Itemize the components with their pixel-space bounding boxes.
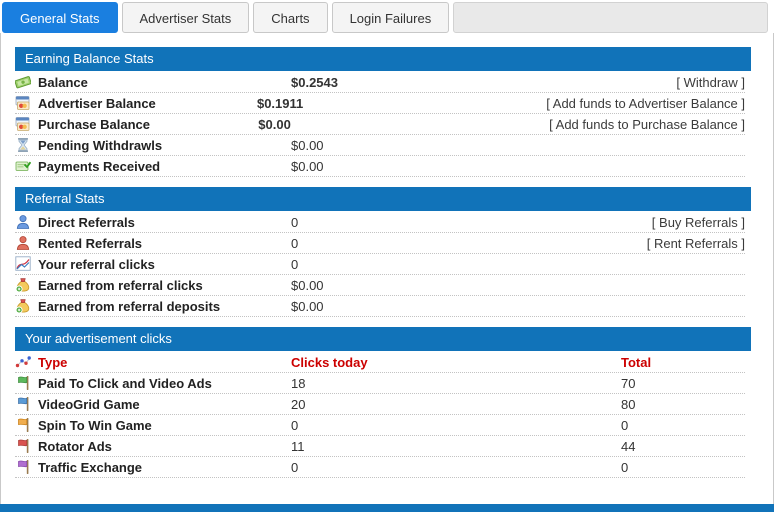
- section-referral-stats: Referral Stats Direct Referrals 0 [ Buy …: [15, 187, 745, 317]
- stat-value: 0: [291, 215, 621, 230]
- ad-clicks-today: 20: [291, 397, 621, 412]
- stats-page: General Stats Advertiser Stats Charts Lo…: [0, 0, 774, 512]
- ad-row-traffic-exchange: Traffic Exchange 0 0: [15, 457, 745, 478]
- ad-clicks-total: 80: [621, 397, 745, 412]
- moneybag-add-icon: [15, 298, 31, 314]
- stat-row-pending-withdrawals: Pending Withdrawls $0.00: [15, 135, 745, 156]
- ad-row-rotator: Rotator Ads 11 44: [15, 436, 745, 457]
- stat-label: Advertiser Balance: [38, 96, 156, 111]
- ad-clicks-total: 0: [621, 460, 745, 475]
- section-header-ad-clicks: Your advertisement clicks: [15, 327, 751, 351]
- stat-label: Earned from referral deposits: [38, 299, 220, 314]
- tab-charts[interactable]: Charts: [253, 2, 327, 33]
- stat-row-earned-referral-deposits: Earned from referral deposits $0.00: [15, 296, 745, 317]
- stat-row-payments-received: Payments Received $0.00: [15, 156, 745, 177]
- stat-row-rented-referrals: Rented Referrals 0 [ Rent Referrals ]: [15, 233, 745, 254]
- stat-value: 0: [291, 236, 621, 251]
- ad-row-ptc-video: Paid To Click and Video Ads 18 70: [15, 373, 745, 394]
- stat-value: $0.00: [291, 159, 621, 174]
- ad-type-label: Rotator Ads: [38, 439, 112, 454]
- user-red-icon: [15, 235, 31, 251]
- money-icon: [15, 74, 31, 90]
- section-ad-clicks: Your advertisement clicks Type Clicks to…: [15, 327, 745, 478]
- tab-strip-filler: [453, 2, 768, 33]
- stat-value: 0: [291, 257, 621, 272]
- payment-received-icon: [15, 158, 31, 174]
- section-header-referral-stats: Referral Stats: [15, 187, 751, 211]
- stat-value: $0.00: [291, 278, 621, 293]
- flag-blue-icon: [15, 396, 31, 412]
- ad-clicks-total: 44: [621, 439, 745, 454]
- stat-value: $0.00: [291, 138, 621, 153]
- flag-green-icon: [15, 375, 31, 391]
- ad-row-spin-to-win: Spin To Win Game 0 0: [15, 415, 745, 436]
- column-header-clicks-today: Clicks today: [291, 355, 621, 370]
- ad-clicks-total: 70: [621, 376, 745, 391]
- ad-clicks-header-row: Type Clicks today Total: [15, 352, 745, 373]
- stat-label: Your referral clicks: [38, 257, 155, 272]
- stat-label: Payments Received: [38, 159, 160, 174]
- moneybag-add-icon: [15, 277, 31, 293]
- stat-row-earned-referral-clicks: Earned from referral clicks $0.00: [15, 275, 745, 296]
- stat-value: $0.2543: [291, 75, 621, 90]
- ad-row-videogrid: VideoGrid Game 20 80: [15, 394, 745, 415]
- stat-row-referral-clicks: Your referral clicks 0: [15, 254, 745, 275]
- scatter-chart-icon: [15, 354, 31, 370]
- ad-clicks-today: 11: [291, 439, 621, 454]
- ad-clicks-today: 0: [291, 418, 621, 433]
- ad-clicks-today: 18: [291, 376, 621, 391]
- stat-row-balance: Balance $0.2543 [ Withdraw ]: [15, 72, 745, 93]
- tab-login-failures[interactable]: Login Failures: [332, 2, 450, 33]
- buy-referrals-link[interactable]: [ Buy Referrals ]: [621, 215, 745, 230]
- credit-card-icon: [15, 116, 31, 132]
- credit-card-icon: [15, 95, 31, 111]
- ad-type-label: Traffic Exchange: [38, 460, 142, 475]
- stat-value: $0.1911: [257, 96, 546, 111]
- ad-clicks-total: 0: [621, 418, 745, 433]
- flag-red-icon: [15, 438, 31, 454]
- flag-orange-icon: [15, 417, 31, 433]
- stat-row-purchase-balance: Purchase Balance $0.00 [ Add funds to Pu…: [15, 114, 745, 135]
- withdraw-link[interactable]: [ Withdraw ]: [621, 75, 745, 90]
- ad-type-label: VideoGrid Game: [38, 397, 140, 412]
- stat-row-direct-referrals: Direct Referrals 0 [ Buy Referrals ]: [15, 212, 745, 233]
- stat-label: Pending Withdrawls: [38, 138, 162, 153]
- stats-content: Earning Balance Stats Balance $0.2543 [ …: [0, 33, 774, 504]
- add-funds-advertiser-link[interactable]: [ Add funds to Advertiser Balance ]: [546, 96, 745, 111]
- stat-label: Rented Referrals: [38, 236, 142, 251]
- ad-type-label: Paid To Click and Video Ads: [38, 376, 212, 391]
- tab-advertiser-stats[interactable]: Advertiser Stats: [122, 2, 250, 33]
- add-funds-purchase-link[interactable]: [ Add funds to Purchase Balance ]: [549, 117, 745, 132]
- section-header-earning-balance: Earning Balance Stats: [15, 47, 751, 71]
- column-header-type: Type: [38, 355, 67, 370]
- chart-icon: [15, 256, 31, 272]
- user-blue-icon: [15, 214, 31, 230]
- stat-label: Balance: [38, 75, 88, 90]
- column-header-total: Total: [621, 355, 745, 370]
- stat-value: $0.00: [258, 117, 549, 132]
- ad-type-label: Spin To Win Game: [38, 418, 152, 433]
- tab-general-stats[interactable]: General Stats: [2, 2, 118, 33]
- ad-clicks-today: 0: [291, 460, 621, 475]
- stat-value: $0.00: [291, 299, 621, 314]
- stat-label: Earned from referral clicks: [38, 278, 203, 293]
- flag-purple-icon: [15, 459, 31, 475]
- stat-label: Direct Referrals: [38, 215, 135, 230]
- rent-referrals-link[interactable]: [ Rent Referrals ]: [621, 236, 745, 251]
- bottom-accent-bar: [0, 504, 774, 512]
- stat-label: Purchase Balance: [38, 117, 150, 132]
- hourglass-icon: [15, 137, 31, 153]
- tab-strip: General Stats Advertiser Stats Charts Lo…: [0, 0, 774, 33]
- stat-row-advertiser-balance: Advertiser Balance $0.1911 [ Add funds t…: [15, 93, 745, 114]
- section-earning-balance: Earning Balance Stats Balance $0.2543 [ …: [15, 47, 745, 177]
